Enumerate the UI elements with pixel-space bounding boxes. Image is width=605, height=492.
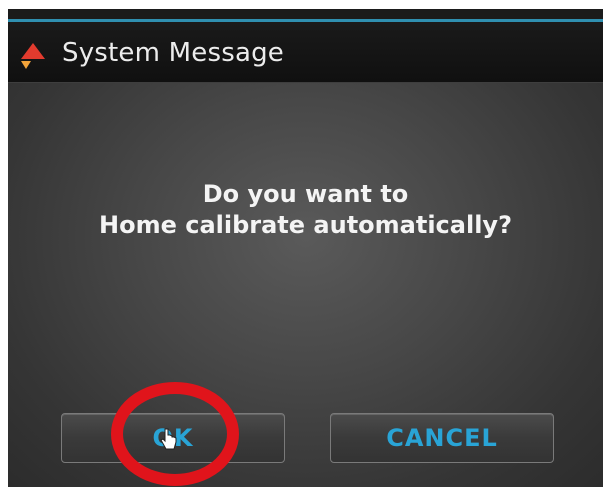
cancel-button[interactable]: CANCEL — [330, 413, 554, 463]
red-triangle-logo-icon — [21, 43, 45, 69]
ok-button[interactable]: OK — [61, 413, 285, 463]
system-message-dialog: System Message Do you want to Home calib… — [8, 9, 603, 487]
screenshot-frame: System Message Do you want to Home calib… — [0, 0, 605, 492]
dialog-title: System Message — [62, 38, 284, 68]
dialog-body: Do you want to Home calibrate automatica… — [8, 82, 603, 487]
dialog-message: Do you want to Home calibrate automatica… — [8, 179, 603, 241]
message-line-2: Home calibrate automatically? — [99, 211, 512, 239]
message-line-1: Do you want to — [202, 180, 409, 208]
dialog-titlebar: System Message — [8, 22, 603, 82]
